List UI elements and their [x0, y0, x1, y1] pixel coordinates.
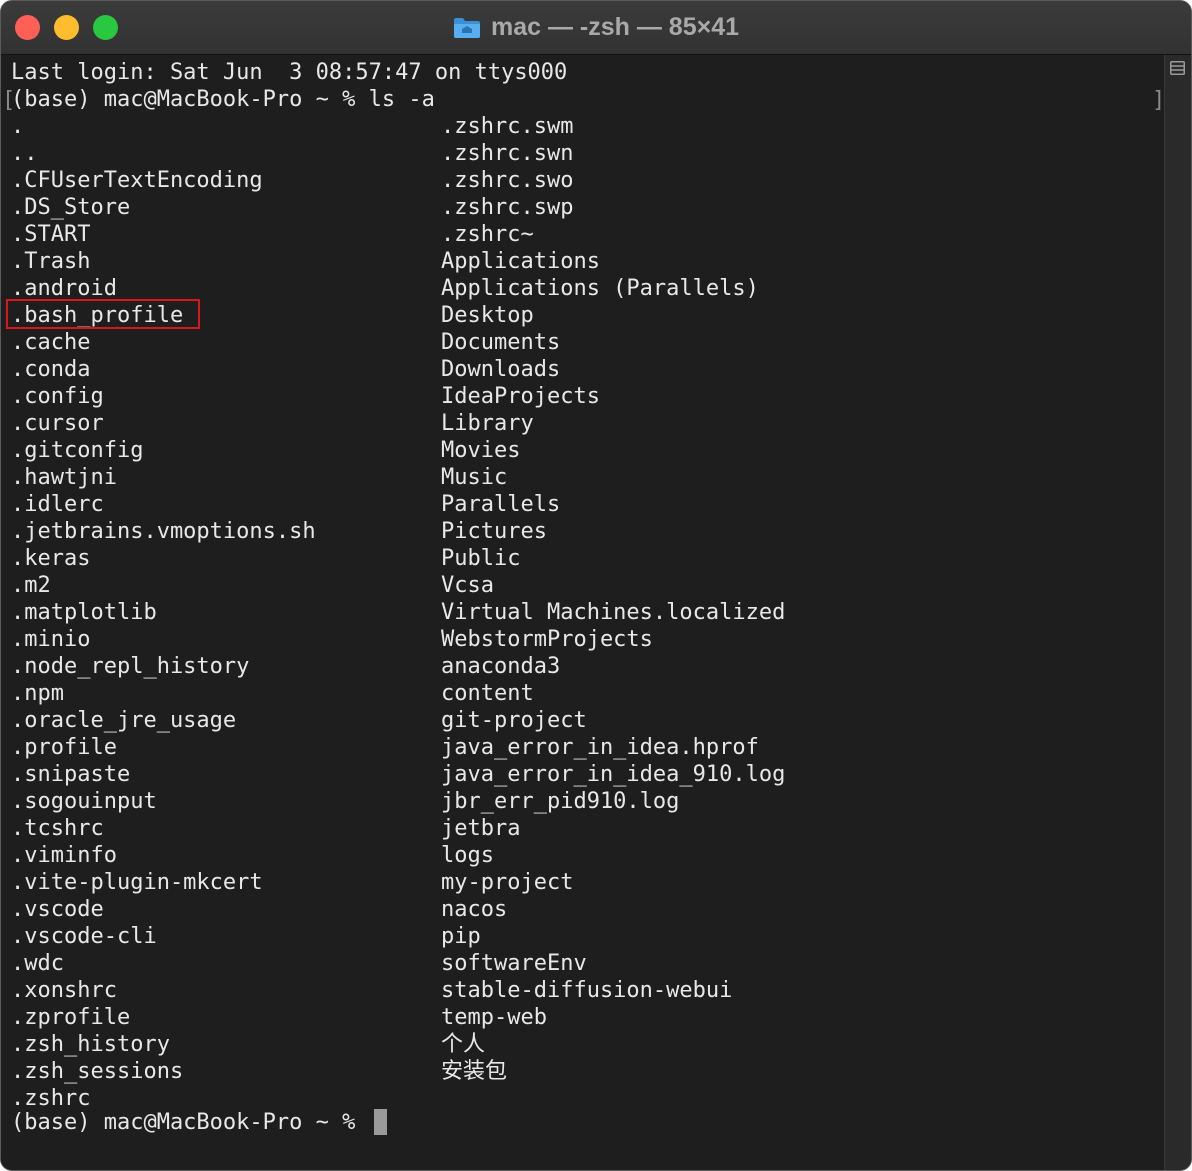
- file-entry: .gitconfig: [11, 438, 144, 463]
- file-entry: ..: [11, 141, 38, 166]
- file-entry: softwareEnv: [441, 951, 587, 976]
- file-entry: .vite-plugin-mkcert: [11, 870, 263, 895]
- file-entry: .cache: [11, 330, 91, 355]
- file-entry: Virtual Machines.localized: [441, 600, 786, 625]
- file-entry: IdeaProjects: [441, 384, 600, 409]
- file-entry: Applications (Parallels): [441, 276, 759, 301]
- scrollbar[interactable]: [1164, 55, 1191, 1170]
- file-entry: jetbra: [441, 816, 521, 841]
- file-entry: .m2: [11, 573, 51, 598]
- file-entry: java_error_in_idea_910.log: [441, 762, 786, 787]
- file-entry: .vscode: [11, 897, 104, 922]
- file-entry: .: [11, 114, 25, 139]
- file-entry: Desktop: [441, 303, 534, 328]
- file-entry: .idlerc: [11, 492, 104, 517]
- file-entry: Documents: [441, 330, 561, 355]
- file-entry: .zshrc.swo: [441, 168, 574, 193]
- file-entry: .config: [11, 384, 104, 409]
- file-entry: Public: [441, 546, 521, 571]
- file-entry: .hawtjni: [11, 465, 117, 490]
- file-entry: .jetbrains.vmoptions.sh: [11, 519, 316, 544]
- file-entry: .zshrc.swm: [441, 114, 574, 139]
- file-entry: stable-diffusion-webui: [441, 978, 733, 1003]
- file-entry: .cursor: [11, 411, 104, 436]
- file-entry: 个人: [441, 1032, 486, 1057]
- window-title: mac — -zsh — 85×41: [490, 13, 740, 41]
- file-entry: .node_repl_history: [11, 654, 250, 679]
- file-entry: my-project: [441, 870, 574, 895]
- file-entry: Library: [441, 411, 534, 436]
- file-entry: .viminfo: [11, 843, 117, 868]
- file-entry: .matplotlib: [11, 600, 157, 625]
- final-prompt-line: (base) mac@MacBook-Pro ~ %: [11, 1110, 369, 1135]
- file-entry: .zshrc.swn: [441, 141, 574, 166]
- file-entry: Movies: [441, 438, 521, 463]
- file-entry: pip: [441, 924, 481, 949]
- file-entry: WebstormProjects: [441, 627, 653, 652]
- file-entry: .android: [11, 276, 117, 301]
- file-entry: .zshrc.swp: [441, 195, 574, 220]
- file-entry: .conda: [11, 357, 91, 382]
- file-entry: Applications: [441, 249, 600, 274]
- text-cursor: [374, 1109, 387, 1135]
- file-entry: .DS_Store: [11, 195, 131, 220]
- file-entry: .zsh_history: [11, 1032, 170, 1057]
- file-entry: jbr_err_pid910.log: [441, 789, 680, 814]
- file-entry: .Trash: [11, 249, 91, 274]
- file-entry: Downloads: [441, 357, 561, 382]
- file-entry: Pictures: [441, 519, 547, 544]
- file-entry: .START: [11, 222, 91, 247]
- last-login-line: Last login: Sat Jun 3 08:57:47 on ttys00…: [11, 60, 568, 85]
- file-entry: Music: [441, 465, 508, 490]
- file-entry: .wdc: [11, 951, 64, 976]
- file-entry: .oracle_jre_usage: [11, 708, 237, 733]
- title-bar[interactable]: mac — -zsh — 85×41: [1, 1, 1191, 55]
- file-entry: .npm: [11, 681, 64, 706]
- file-entry: logs: [441, 843, 494, 868]
- file-entry: .sogouinput: [11, 789, 157, 814]
- file-entry: nacos: [441, 897, 508, 922]
- file-entry: .snipaste: [11, 762, 131, 787]
- file-entry: .zshrc: [11, 1086, 91, 1111]
- file-entry: Vcsa: [441, 573, 494, 598]
- file-entry: .keras: [11, 546, 91, 571]
- terminal-window: mac — -zsh — 85×41 Last login: Sat Jun 3…: [0, 0, 1192, 1171]
- file-entry: .zshrc~: [441, 222, 534, 247]
- file-entry: git-project: [441, 708, 587, 733]
- file-entry: .xonshrc: [11, 978, 117, 1003]
- file-entry: .zprofile: [11, 1005, 131, 1030]
- file-entry: content: [441, 681, 534, 706]
- file-entry: 安装包: [441, 1059, 508, 1084]
- file-entry: Parallels: [441, 492, 561, 517]
- file-entry: .CFUserTextEncoding: [11, 168, 263, 193]
- terminal-content[interactable]: Last login: Sat Jun 3 08:57:47 on ttys00…: [1, 55, 1163, 1170]
- file-entry: anaconda3: [441, 654, 561, 679]
- bash-profile-highlight: [6, 299, 200, 329]
- window-title-group: mac — -zsh — 85×41: [1, 1, 1191, 54]
- file-entry: temp-web: [441, 1005, 547, 1030]
- file-entry: .profile: [11, 735, 117, 760]
- file-entry: java_error_in_idea.hprof: [441, 735, 759, 760]
- split-pane-icon[interactable]: [1170, 61, 1185, 75]
- command-line: (base) mac@MacBook-Pro ~ % ls -a: [11, 87, 435, 112]
- file-entry: .vscode-cli: [11, 924, 157, 949]
- mark-bracket-left: [: [2, 88, 16, 113]
- file-entry: .zsh_sessions: [11, 1059, 184, 1084]
- file-entry: .tcshrc: [11, 816, 104, 841]
- file-entry: .minio: [11, 627, 91, 652]
- folder-icon: [453, 17, 481, 39]
